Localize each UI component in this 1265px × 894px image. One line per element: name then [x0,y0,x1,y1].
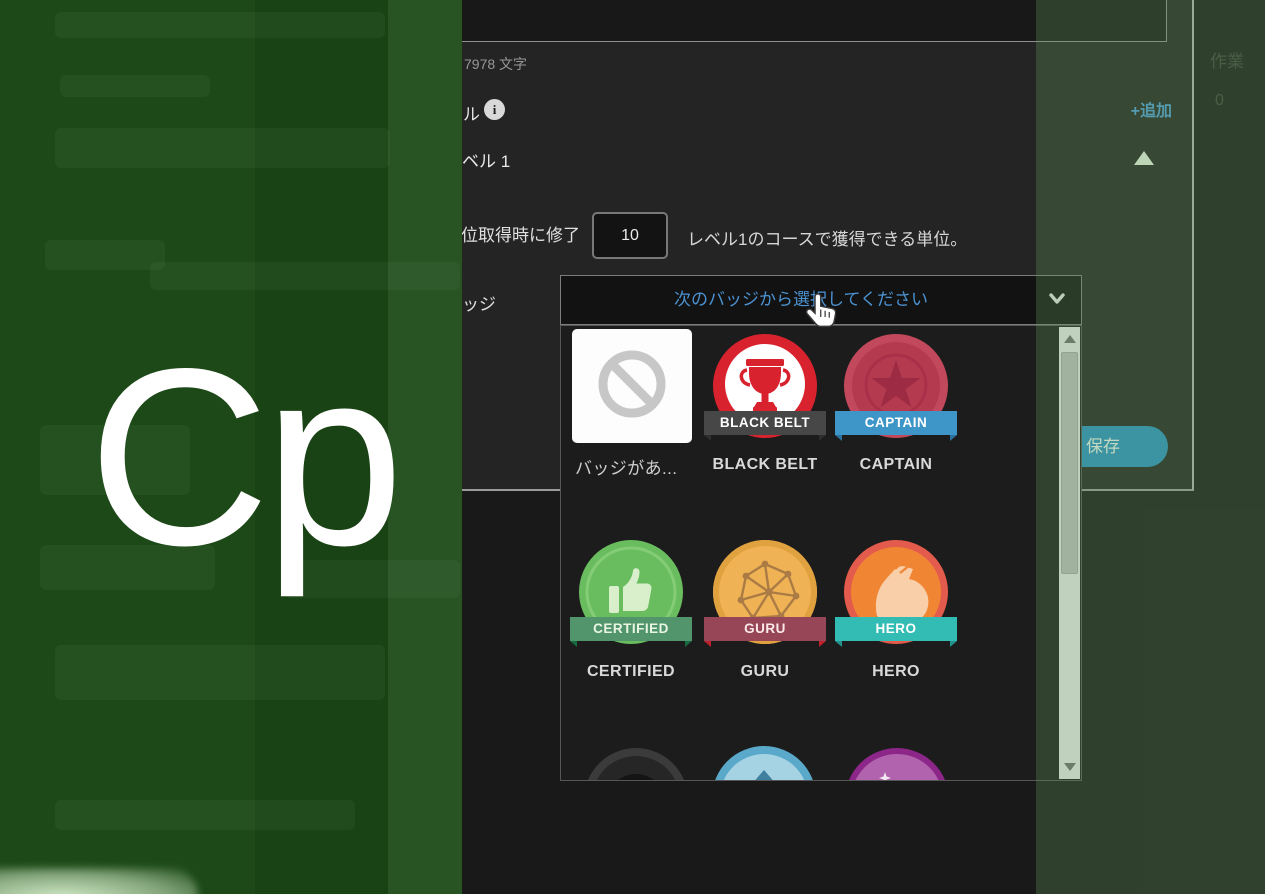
certified-ribbon: CERTIFIED [570,617,692,641]
badge-option-captain[interactable]: CAPTAIN [844,334,948,438]
badge-option-gray[interactable] [584,748,688,781]
captivate-logo: Cp [88,332,398,584]
badge-option-black-belt[interactable]: BLACK BELT [713,334,817,438]
green-overlay-right [1036,0,1265,894]
screen: 7978 文字 レベル i +追加 レベル 1 単位取得時に修了 レベル1のコー… [0,0,1265,894]
guru-ribbon: GURU [704,617,826,641]
credits-hint: レベル1のコースで獲得できる単位。 [687,225,967,250]
badge-option-label: CERTIFIED [571,663,691,681]
prohibition-icon [572,329,692,443]
badge-option-label: CAPTAIN [836,456,956,474]
badge-option-label: BLACK BELT [705,456,825,474]
hero-ribbon: HERO [835,617,957,641]
badge-select-placeholder: 次のバッジから選択してください [561,276,1041,324]
badge-option-certified[interactable]: CERTIFIED [579,540,683,644]
badge-option-guru[interactable]: GURU [713,540,817,644]
badge-option-hero[interactable]: HERO [844,540,948,644]
corner-glow [0,868,198,894]
badge-dropdown-panel: バッジがあ... BLACK BELT BLACK BELT [560,325,1082,781]
badge-option-label: GURU [705,663,825,681]
mouse-cursor [806,292,836,337]
captain-ribbon: CAPTAIN [835,411,957,435]
black-belt-ribbon: BLACK BELT [704,411,826,435]
badge-option-label: HERO [836,663,956,681]
char-counter: 7978 文字 [464,54,527,74]
credits-label: 単位取得時に修了 [444,221,580,246]
badge-option-purple[interactable] [845,748,949,781]
badge-option-label: バッジがあ... [575,454,705,479]
info-icon[interactable]: i [484,99,505,120]
badge-option-blue[interactable] [712,746,816,781]
credits-input[interactable] [592,212,668,259]
badge-option-none[interactable] [572,329,692,443]
